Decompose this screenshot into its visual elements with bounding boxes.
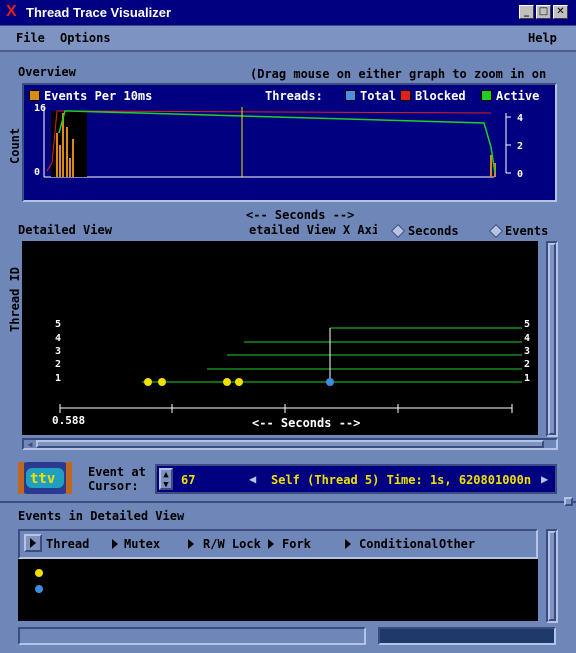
tab-thread[interactable]: Thread [46,537,89,551]
tab-mutex-arrow-icon[interactable] [112,539,118,549]
detailed-x-start: 0.588 [52,414,85,427]
right-thread-id-3: 3 [524,346,530,357]
detailed-xaxis-label: etailed View X Axis [249,223,377,237]
radio-events-label[interactable]: Events [505,224,548,238]
left-thread-id-2: 2 [55,359,61,370]
minimize-button[interactable]: _ [519,5,534,19]
radio-events-button[interactable] [488,223,504,239]
status-progress-field [378,627,556,645]
overview-heading: Overview [18,65,76,79]
tab-fork[interactable]: Fork [282,537,311,551]
tab-mutex[interactable]: Mutex [124,537,160,551]
overview-ylabel: Count [8,127,22,164]
events-color-swatch [29,90,40,101]
tab-conditional[interactable]: Conditional [359,537,438,551]
detailed-xlabel: <-- Seconds --> [252,416,360,430]
detailed-vscroll-thumb[interactable] [548,243,556,435]
right-thread-id-4: 4 [524,333,530,344]
cursor-label-line2: Cursor: [88,479,139,493]
status-message-field [18,627,366,645]
detailed-hscrollbar[interactable]: ◀ [22,438,558,450]
cursor-label-line1: Event at [88,465,146,479]
event-marker[interactable] [144,378,152,386]
overview-right-tick-0: 0 [517,169,523,180]
event-number[interactable]: 67 [181,473,195,487]
overview-right-tick-2: 2 [517,141,523,152]
tab-conditional-arrow-icon[interactable] [345,539,351,549]
event-marker[interactable] [235,378,243,386]
left-thread-id-5: 5 [55,319,61,330]
event-list-marker[interactable] [35,569,43,577]
close-button[interactable]: ✕ [553,5,568,19]
tab-other[interactable]: Other [439,537,475,551]
tab-rwlock-arrow-icon[interactable] [188,539,194,549]
legend-active: Active [496,89,540,103]
events-vscroll-thumb[interactable] [548,531,556,621]
event-marker[interactable] [158,378,166,386]
tab-thread-toggle[interactable] [24,534,42,552]
maximize-button[interactable]: □ [536,5,551,19]
detailed-vscrollbar[interactable] [546,241,558,437]
overview-xlabel: <-- Seconds --> [246,208,355,222]
event-list-marker[interactable] [35,585,43,593]
app-close-icon[interactable]: X [6,3,17,21]
legend-events: Events Per 10ms [44,89,153,103]
next-event-arrow-icon[interactable]: ▶ [541,472,548,486]
events-list[interactable] [18,559,538,621]
right-thread-id-2: 2 [524,359,530,370]
legend-blocked: Blocked [415,89,466,103]
hscroll-left-arrow[interactable]: ◀ [24,440,36,449]
ttv-logo-icon: ttv [18,462,72,494]
detailed-hscroll-thumb[interactable] [36,440,544,448]
event-stepper-button[interactable]: ▲ ▼ [159,468,173,490]
left-thread-id-3: 3 [55,346,61,357]
legend-threads-label: Threads: [265,89,323,103]
menu-options[interactable]: Options [60,31,111,45]
ttv-logo-text: ttv [30,471,55,487]
right-thread-id-1: 1 [524,373,530,384]
legend-total: Total [360,89,397,103]
pane-sash-handle[interactable] [564,497,573,506]
total-color-swatch [345,90,356,101]
overview-graph[interactable]: 16 0 4 2 0 [29,103,549,195]
radio-seconds-button[interactable] [390,223,406,239]
right-thread-id-5: 5 [524,319,530,330]
left-thread-id-1: 1 [55,373,61,384]
section-divider [0,501,576,503]
detailed-ylabel: Thread ID [8,266,22,332]
detailed-heading: Detailed View [18,223,112,237]
radio-seconds-label[interactable]: Seconds [408,224,459,238]
events-view-heading: Events in Detailed View [18,509,185,523]
menu-file[interactable]: File [16,31,45,45]
prev-event-arrow-icon[interactable]: ◀ [249,472,256,486]
active-color-swatch [481,90,492,101]
overview-hint: (Drag mouse on either graph to zoom in o… [250,67,550,81]
tab-fork-arrow-icon[interactable] [268,539,274,549]
window-title: Thread Trace Visualizer [26,5,171,20]
menu-help[interactable]: Help [528,31,557,45]
blocked-color-swatch [400,90,411,101]
overview-right-tick-4: 4 [517,113,523,124]
left-thread-id-4: 4 [55,333,61,344]
title-bar: X Thread Trace Visualizer _ □ ✕ [0,0,576,26]
overview-left-tick-bottom: 0 [34,167,40,178]
cursor-event-bar: ▲ ▼ 67 ◀ Self (Thread 5) Time: 1s, 620801… [155,464,557,494]
tab-rwlock[interactable]: R/W Lock [203,537,261,551]
event-description: Self (Thread 5) Time: 1s, 620801000ns [271,473,531,487]
detailed-graph[interactable]: 5 4 3 2 1 5 4 3 2 1 0.588 <-- Seconds --… [22,241,538,435]
selected-event-marker[interactable] [326,378,334,386]
menu-bar: File Options Help [0,26,576,52]
event-marker[interactable] [223,378,231,386]
events-vscrollbar[interactable] [546,529,558,623]
